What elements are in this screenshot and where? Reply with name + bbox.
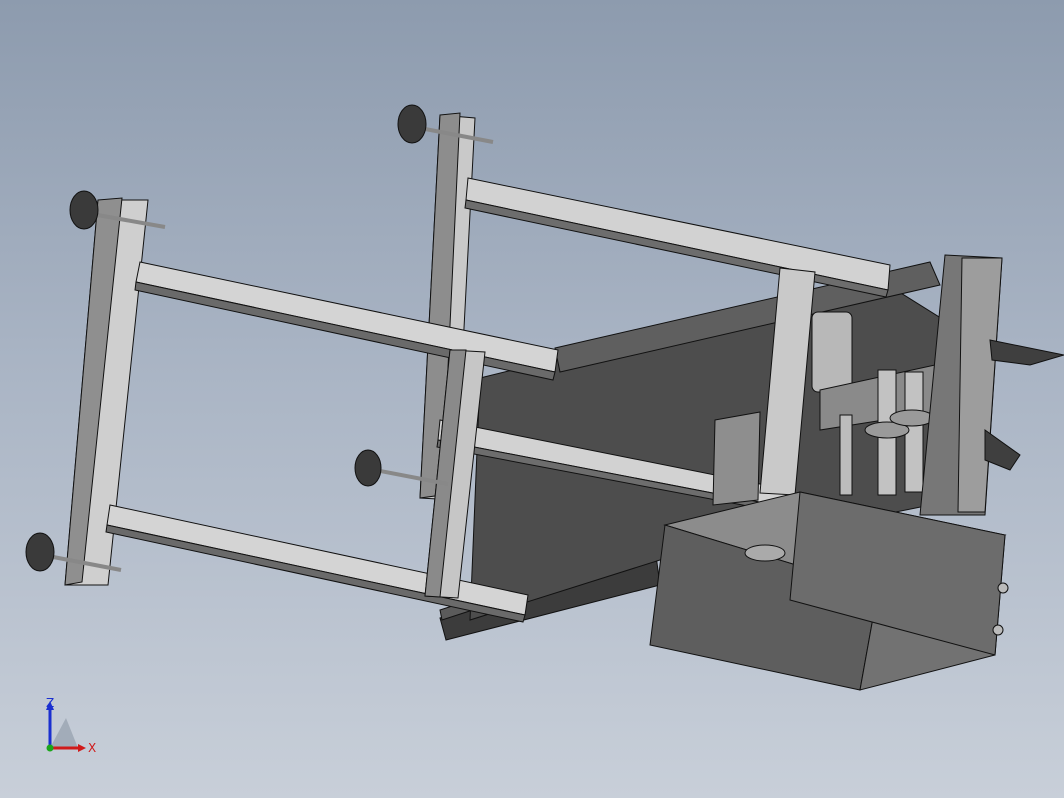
frame-bar-front-upper — [135, 261, 559, 373]
y-axis-origin — [46, 744, 54, 752]
control-box-connector — [997, 582, 1009, 594]
side-bracket-lower — [984, 429, 1021, 471]
x-axis-arrow — [78, 744, 86, 752]
x-axis-label: X — [88, 741, 96, 755]
frame-rail-top-shadow — [464, 199, 889, 298]
z-axis-label: Z — [46, 696, 54, 710]
model-viewport[interactable]: Z X — [0, 0, 1064, 798]
cad-assembly-model[interactable] — [0, 0, 1064, 798]
frame-bar-front-upper-shadow — [134, 281, 556, 381]
frame-rail-top — [465, 177, 891, 291]
coordinate-triad: Z X — [46, 696, 96, 755]
control-box-port — [744, 544, 786, 562]
triad-plane-indicator — [50, 718, 78, 748]
side-mount-panel-face — [957, 257, 1003, 513]
side-bracket — [989, 339, 1064, 366]
control-box-connector — [992, 624, 1004, 636]
